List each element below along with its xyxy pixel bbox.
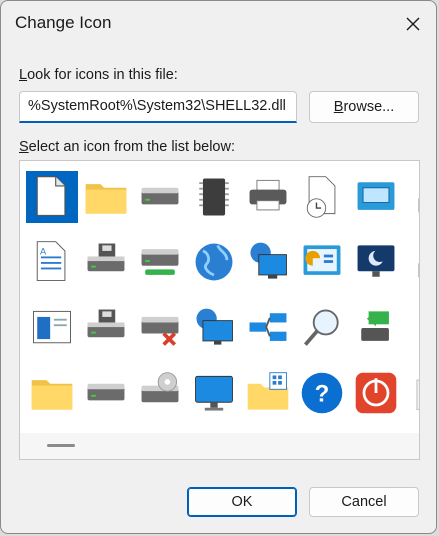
icon-cell[interactable] [402, 367, 419, 419]
document-clock-icon [306, 176, 336, 218]
icon-cell[interactable] [402, 302, 420, 354]
floppy-drive-icon [87, 243, 125, 272]
icon-cell[interactable] [402, 171, 419, 223]
icon-cell[interactable] [188, 236, 240, 288]
icon-cell[interactable] [134, 236, 186, 288]
browse-button[interactable]: Browse... [309, 91, 419, 123]
icon-cell[interactable] [80, 302, 132, 354]
box-icon [404, 304, 420, 352]
icon-cell[interactable] [296, 171, 348, 223]
shortcut-arrow-icon [418, 198, 419, 213]
usb-drive-icon [361, 311, 389, 341]
icon-cell[interactable] [188, 171, 240, 223]
change-icon-dialog: Change Icon Look for icons in this file:… [0, 0, 437, 534]
disconnected-drive-icon [141, 316, 179, 346]
icon-cell[interactable] [134, 367, 186, 419]
globe-computer-icon [196, 308, 233, 345]
icon-cell[interactable] [80, 171, 132, 223]
icon-cell[interactable] [188, 302, 240, 354]
shortcut-arrow-icon [418, 263, 419, 278]
drive-icon [87, 383, 125, 401]
icon-cell[interactable] [80, 236, 132, 288]
monitor-icon [195, 375, 233, 411]
close-icon [406, 17, 420, 31]
dialog-title: Change Icon [15, 13, 112, 32]
cd-drive-icon [141, 372, 179, 403]
icon-cell[interactable] [242, 236, 294, 288]
icon-cell[interactable] [350, 236, 402, 288]
search-icon [303, 309, 339, 346]
icon-cell[interactable] [80, 367, 132, 419]
network-connections-icon [249, 313, 287, 341]
icon-cell[interactable] [296, 302, 348, 354]
close-button[interactable] [396, 9, 430, 39]
icon-cell[interactable] [26, 171, 78, 223]
chip-icon [199, 178, 229, 216]
svg-text:A: A [40, 247, 47, 257]
icon-cell[interactable] [350, 367, 402, 419]
icon-cell[interactable] [402, 236, 419, 288]
help-icon: ? [301, 372, 343, 414]
icon-cell[interactable] [296, 236, 348, 288]
icon-cell[interactable] [350, 171, 402, 223]
icon-cell[interactable] [26, 302, 78, 354]
ok-button[interactable]: OK [187, 487, 297, 517]
look-for-label: Look for icons in this file: [19, 67, 178, 83]
power-icon [355, 372, 397, 414]
svg-text:?: ? [315, 380, 330, 407]
scrollbar-thumb[interactable] [47, 444, 75, 447]
folder-icon [85, 184, 127, 214]
monitor-moon-icon [357, 245, 395, 277]
select-icon-label: Select an icon from the list below: [19, 139, 235, 155]
blank-document-icon [36, 176, 66, 217]
printer-icon [249, 179, 287, 211]
icon-cell[interactable] [134, 302, 186, 354]
network-drive-icon [141, 249, 179, 275]
text-document-icon: A [36, 241, 66, 281]
globe-icon [195, 243, 233, 281]
icon-cell[interactable]: A [26, 236, 78, 288]
icon-cell[interactable] [188, 367, 240, 419]
floppy-drive-icon [87, 309, 125, 338]
window-document-icon [33, 310, 71, 344]
title-bar: Change Icon [1, 1, 436, 47]
control-panel-icon [303, 245, 341, 275]
icon-list[interactable]: A? [19, 160, 420, 460]
icon-cell[interactable] [26, 367, 78, 419]
icon-cell[interactable] [242, 171, 294, 223]
icon-cell[interactable]: ? [296, 367, 348, 419]
file-path-input[interactable]: %SystemRoot%\System32\SHELL32.dll [19, 91, 297, 123]
cancel-button[interactable]: Cancel [309, 487, 419, 517]
recycle-bin-icon [416, 379, 419, 411]
folder-grid-icon [247, 372, 289, 410]
icon-cell[interactable] [350, 302, 402, 354]
network-computer-icon [250, 242, 287, 279]
icon-cell[interactable] [242, 302, 294, 354]
folder-icon [31, 380, 73, 410]
horizontal-scrollbar[interactable] [20, 433, 419, 459]
window-app-icon [357, 182, 395, 210]
icon-cell[interactable] [134, 171, 186, 223]
drive-icon [141, 187, 179, 205]
icon-cell[interactable] [242, 367, 294, 419]
